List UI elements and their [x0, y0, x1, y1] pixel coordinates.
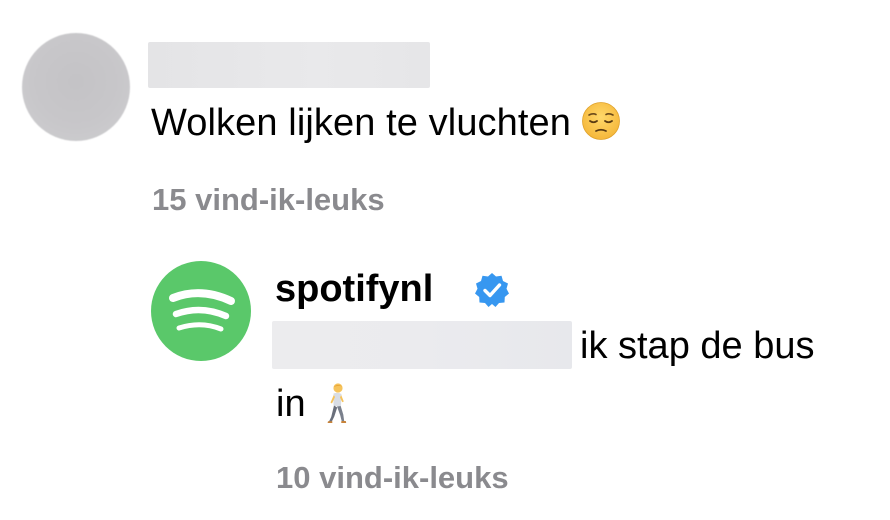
reply-text-line1: ik stap de bus: [580, 325, 815, 367]
comment-body: Wolken lijken te vluchten: [151, 102, 572, 144]
person-walking-icon: [327, 383, 346, 423]
mention-redacted: [272, 321, 572, 369]
reply-username[interactable]: spotifynl: [275, 266, 433, 312]
comment-text: Wolken lijken te vluchten: [151, 100, 621, 146]
reply-text-line2-content: in: [276, 383, 306, 425]
verified-badge-icon: [475, 273, 509, 307]
reply-likes-count[interactable]: 10 vind-ik-leuks: [276, 460, 509, 496]
comment-likes-count[interactable]: 15 vind-ik-leuks: [152, 182, 385, 218]
commenter-username-redacted: [148, 42, 430, 88]
commenter-avatar[interactable]: [22, 33, 130, 141]
reply-text-line2: in: [276, 381, 354, 427]
spotify-logo-icon[interactable]: [151, 261, 251, 361]
pensive-face-icon: [582, 102, 620, 140]
